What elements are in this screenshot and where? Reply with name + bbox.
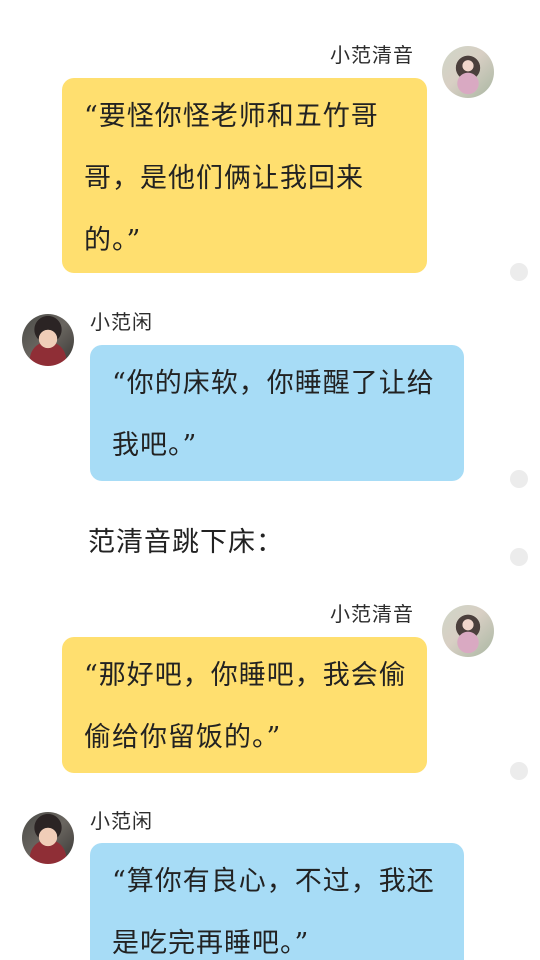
- speaker-name: 小范闲: [90, 809, 153, 833]
- message-bubble: “那好吧，你睡吧，我会偷偷给你留饭的。”: [62, 637, 427, 773]
- message-bubble: “要怪你怪老师和五竹哥哥，是他们俩让我回来的。”: [62, 78, 427, 273]
- status-dot: [510, 548, 528, 566]
- chat-story-page: 小范清音 “要怪你怪老师和五竹哥哥，是他们俩让我回来的。” 小范闲 “你的床软，…: [0, 0, 540, 960]
- speaker-avatar: [442, 605, 494, 657]
- message-bubble: “你的床软，你睡醒了让给我吧。”: [90, 345, 464, 481]
- speaker-avatar: [442, 46, 494, 98]
- status-dot: [510, 470, 528, 488]
- status-dot: [510, 762, 528, 780]
- speaker-avatar: [22, 812, 74, 864]
- narration-text: 范清音跳下床：: [88, 527, 284, 558]
- speaker-name: 小范闲: [90, 310, 153, 334]
- message-bubble: “算你有良心，不过，我还是吃完再睡吧。”: [90, 843, 464, 960]
- speaker-name: 小范清音: [330, 43, 414, 67]
- status-dot: [510, 263, 528, 281]
- speaker-avatar: [22, 314, 74, 366]
- speaker-name: 小范清音: [330, 602, 414, 626]
